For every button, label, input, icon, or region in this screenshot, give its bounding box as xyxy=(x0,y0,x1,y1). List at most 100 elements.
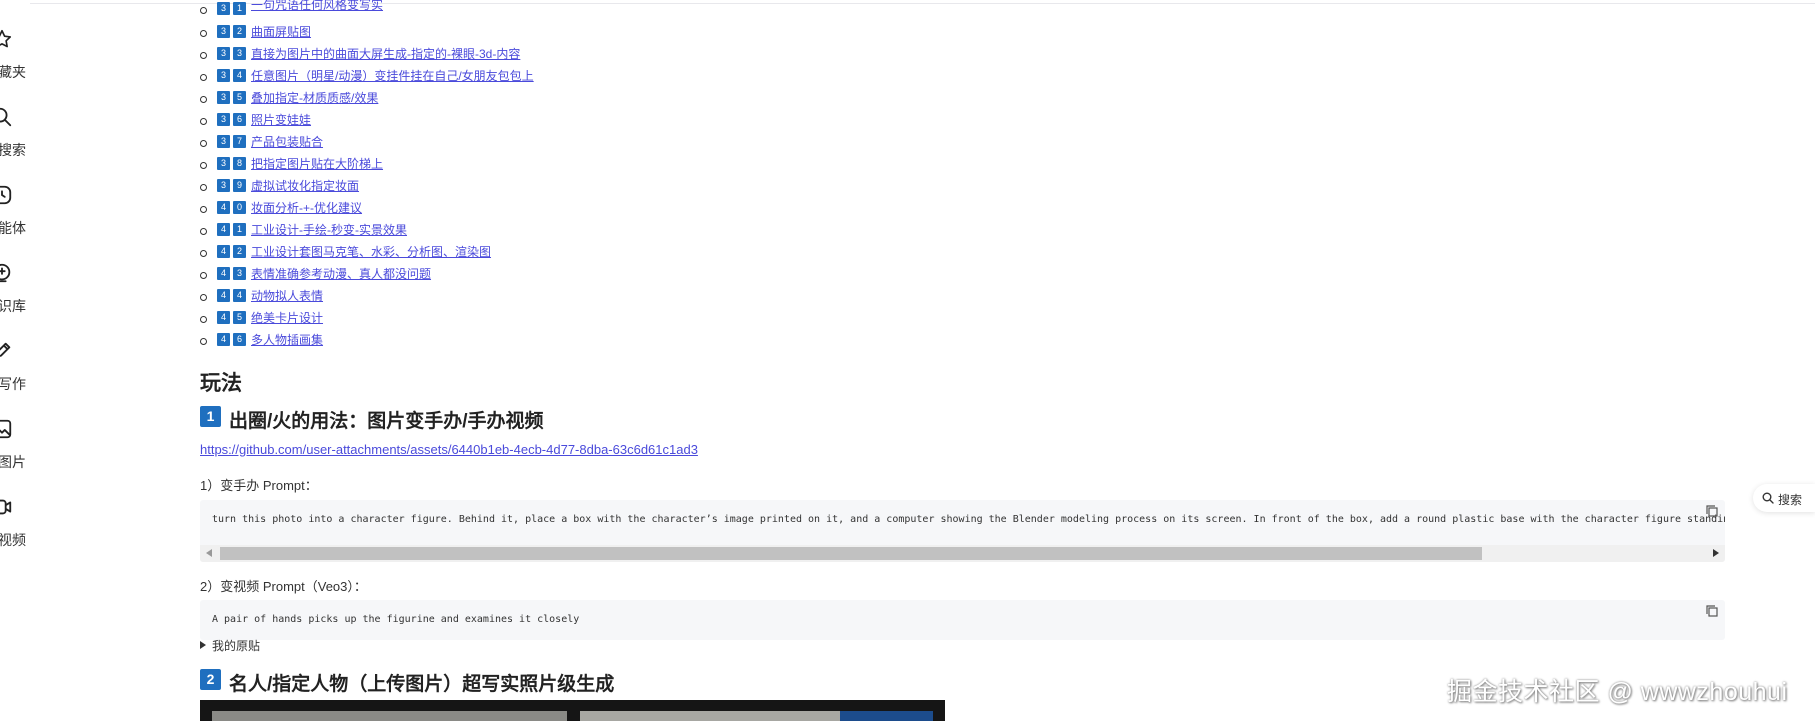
toc-link[interactable]: 虚拟试妆化指定妆面 xyxy=(251,177,359,195)
image-panel xyxy=(212,711,567,721)
keycap-digit: 3 xyxy=(217,113,230,126)
sidebar-item-knowledge[interactable]: 识库 xyxy=(0,262,30,332)
keycap-digit: 3 xyxy=(233,267,246,280)
scroll-left-arrow[interactable] xyxy=(206,549,212,557)
sidebar-item-agents[interactable]: 能体 xyxy=(0,184,30,254)
sidebar-item-label: 搜索 xyxy=(0,142,26,158)
sidebar-item-writing[interactable]: 写作 xyxy=(0,340,30,410)
scrollbar-thumb[interactable] xyxy=(220,547,1482,560)
keycap-digit: 3 xyxy=(233,47,246,60)
details-summary: 我的原贴 xyxy=(212,639,261,653)
keycap-digit: 3 xyxy=(217,69,230,82)
copy-icon[interactable] xyxy=(1705,504,1719,518)
image-panel xyxy=(840,711,933,721)
left-sidebar: 藏夹 搜索 能体 识库 写作 图片 视频 xyxy=(0,0,30,721)
list-bullet xyxy=(200,294,207,301)
code-text: A pair of hands picks up the figurine an… xyxy=(212,614,580,625)
keycap-digit: 4 xyxy=(217,201,230,214)
sidebar-item-favorites[interactable]: 藏夹 xyxy=(0,28,30,98)
code-block-video-prompt[interactable]: A pair of hands picks up the figurine an… xyxy=(200,600,1725,640)
sidebar-item-label: 写作 xyxy=(0,376,26,392)
toc-link[interactable]: 一句咒语任何风格变写实 xyxy=(251,0,383,14)
toc-link[interactable]: 工业设计套图马克笔、水彩、分析图、渲染图 xyxy=(251,243,491,261)
sidebar-item-video[interactable]: 视频 xyxy=(0,496,30,566)
toc-link[interactable]: 多人物插画集 xyxy=(251,331,323,349)
keycap-digit: 3 xyxy=(217,135,230,148)
image-icon xyxy=(0,419,12,439)
list-bullet xyxy=(200,118,207,125)
subsection-title: 名人/指定人物（上传图片）超写实照片级生成 xyxy=(229,674,615,695)
keycap-digit: 4 xyxy=(217,223,230,236)
keycap-digit: 5 xyxy=(233,311,246,324)
list-bullet xyxy=(200,7,207,14)
copy-icon[interactable] xyxy=(1705,604,1719,618)
keycap-digit: 5 xyxy=(233,91,246,104)
toc-link[interactable]: 叠加指定-材质质感/效果 xyxy=(251,89,378,107)
keycap-number: 1 xyxy=(200,406,221,427)
code-text: turn this photo into a character figure.… xyxy=(212,514,1725,525)
toc-link[interactable]: 妆面分析-+-优化建议 xyxy=(251,199,362,217)
video-icon xyxy=(0,499,12,515)
scroll-right-arrow[interactable] xyxy=(1713,549,1719,557)
toc-link[interactable]: 照片变娃娃 xyxy=(251,111,311,129)
step-label: 1）变手办 Prompt： xyxy=(200,478,318,493)
list-bullet xyxy=(200,272,207,279)
keycap-digit: 2 xyxy=(233,25,246,38)
keycap-digit: 4 xyxy=(233,69,246,82)
search-icon xyxy=(1762,492,1774,504)
search-icon xyxy=(0,107,12,127)
star-icon xyxy=(0,29,12,48)
sidebar-item-image[interactable]: 图片 xyxy=(0,418,30,488)
toc-link[interactable]: 工业设计-手绘-秒变-实景效果 xyxy=(251,221,407,239)
toc-link[interactable]: 产品包装贴合 xyxy=(251,133,323,151)
keycap-digit: 6 xyxy=(233,113,246,126)
toc-link[interactable]: 直接为图片中的曲面大屏生成-指定的-裸眼-3d-内容 xyxy=(251,45,520,63)
toc-link[interactable]: 任意图片（明星/动漫）变挂件挂在自己/女朋友包包上 xyxy=(251,67,534,85)
sidebar-item-label: 能体 xyxy=(0,220,26,236)
list-bullet xyxy=(200,228,207,235)
keycap-digit: 0 xyxy=(233,201,246,214)
keycap-digit: 3 xyxy=(217,179,230,192)
article-image xyxy=(200,700,945,721)
github-asset-link[interactable]: https://github.com/user-attachments/asse… xyxy=(200,442,698,457)
section-heading-gameplay: 玩法 xyxy=(200,372,242,395)
toc-link[interactable]: 把指定图片贴在大阶梯上 xyxy=(251,155,383,173)
keycap-digit: 6 xyxy=(233,333,246,346)
keycap-digit: 3 xyxy=(217,25,230,38)
disclosure-triangle-icon xyxy=(200,641,206,649)
list-bullet xyxy=(200,250,207,257)
list-bullet xyxy=(200,30,207,37)
keycap-digit: 3 xyxy=(217,91,230,104)
sidebar-item-search[interactable]: 搜索 xyxy=(0,106,30,176)
list-bullet xyxy=(200,338,207,345)
sidebar-item-label: 藏夹 xyxy=(0,64,26,80)
keycap-digit: 7 xyxy=(233,135,246,148)
keycap-digit: 4 xyxy=(217,245,230,258)
details-toggle[interactable]: 我的原贴 xyxy=(200,637,260,654)
list-bullet xyxy=(200,96,207,103)
subsection-heading: 2 名人/指定人物（上传图片）超写实照片级生成 xyxy=(200,669,614,695)
keycap-digit: 3 xyxy=(217,2,230,15)
toc-link[interactable]: 表情准确参考动漫、真人都没问题 xyxy=(251,265,431,283)
floating-search-label: 搜索 xyxy=(1778,493,1803,507)
agent-icon xyxy=(0,185,12,205)
keycap-digit: 1 xyxy=(233,223,246,236)
toc-link[interactable]: 动物拟人表情 xyxy=(251,287,323,305)
keycap-digit: 3 xyxy=(217,47,230,60)
list-bullet xyxy=(200,206,207,213)
toc-link[interactable]: 曲面屏贴图 xyxy=(251,23,311,41)
image-panel xyxy=(580,711,840,721)
keycap-digit: 9 xyxy=(233,179,246,192)
step-label: 2）变视频 Prompt（Veo3）： xyxy=(200,579,367,594)
code-block-figure-prompt[interactable]: turn this photo into a character figure.… xyxy=(200,500,1725,562)
keycap-digit: 3 xyxy=(217,157,230,170)
keycap-digit: 4 xyxy=(217,333,230,346)
subsection-title: 出圈/火的用法：图片变手办/手办视频 xyxy=(229,411,544,432)
list-bullet xyxy=(200,162,207,169)
toc-link[interactable]: 绝美卡片设计 xyxy=(251,309,323,327)
floating-search-button[interactable]: 搜索 xyxy=(1753,484,1815,512)
keycap-number: 2 xyxy=(200,669,221,690)
horizontal-scrollbar[interactable] xyxy=(200,545,1725,562)
list-bullet xyxy=(200,52,207,59)
keycap-digit: 1 xyxy=(233,2,246,15)
